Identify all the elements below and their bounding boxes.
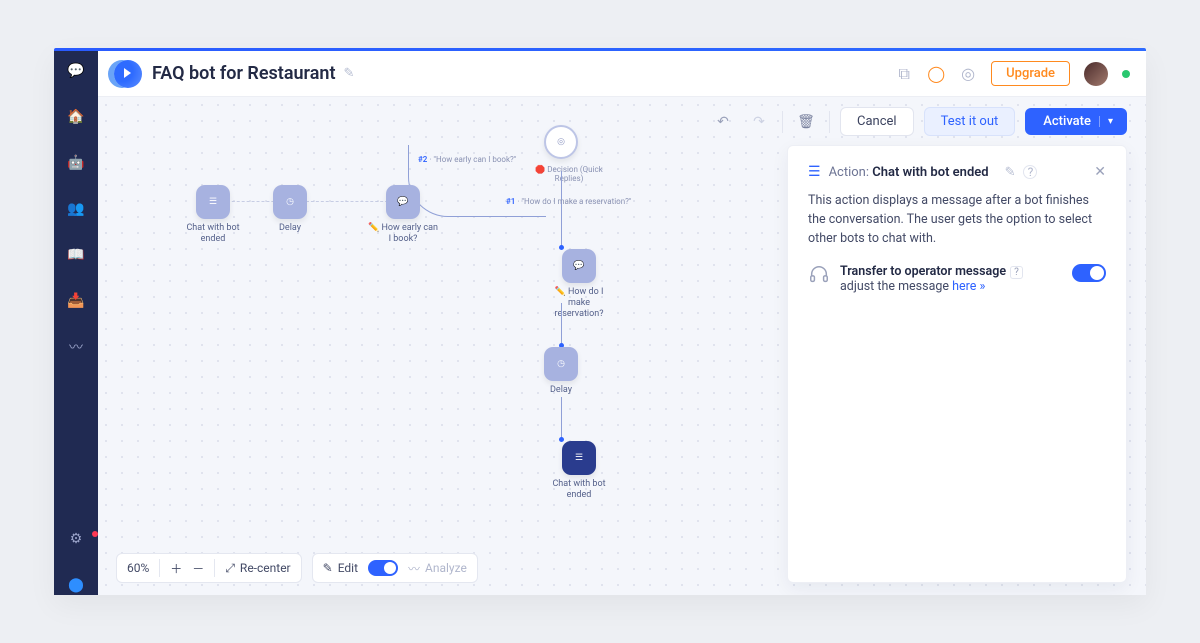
- sidebar-inbox-icon[interactable]: 📥: [66, 291, 86, 311]
- chat-icon: 💬: [386, 185, 420, 219]
- page-title: FAQ bot for Restaurant: [152, 63, 336, 84]
- chat-icon: 💬: [562, 249, 596, 283]
- panel-close-icon[interactable]: ✕: [1094, 164, 1106, 180]
- app-frame: 💬 🏠 🤖 👥 📖 📥 〰 ⚙ ⬤ FAQ bot for Restaurant…: [54, 48, 1146, 595]
- sidebar-brand-icon[interactable]: ⬤: [66, 575, 86, 595]
- transfer-here-link[interactable]: here »: [952, 279, 985, 294]
- mode-toggle[interactable]: [368, 560, 398, 576]
- sidebar-knowledge-icon[interactable]: 📖: [66, 245, 86, 265]
- node-make-reservation[interactable]: 💬 ✏️ How do I make reservation?: [544, 249, 614, 319]
- panel-title-text: Chat with bot ended: [872, 165, 988, 180]
- transfer-text: Transfer to operator message? adjust the…: [840, 264, 1023, 294]
- edge-2-label: #2 · "How early can I book?": [418, 155, 516, 164]
- canvas-actions: ↶ ↷ 🗑 Cancel Test it out Activate ▾: [710, 107, 1127, 136]
- activate-label: Activate: [1043, 114, 1091, 129]
- message-check-icon: ☰: [562, 441, 596, 475]
- node-chat-ended-main[interactable]: ☰ Chat with bot ended: [544, 441, 614, 501]
- sidebar-home-icon[interactable]: 🏠: [66, 107, 86, 127]
- app-logo: [114, 60, 142, 88]
- panel-title-prefix: Action:: [829, 165, 869, 180]
- rename-icon[interactable]: ✎: [344, 66, 355, 81]
- presence-indicator: [1122, 70, 1130, 78]
- clock-icon: ◷: [544, 347, 578, 381]
- zoom-in-button[interactable]: ＋: [170, 560, 182, 577]
- headset-icon: [808, 264, 830, 286]
- delete-icon[interactable]: 🗑: [793, 109, 819, 135]
- upgrade-button[interactable]: Upgrade: [991, 61, 1070, 86]
- sidebar: 💬 🏠 🤖 👥 📖 📥 〰 ⚙ ⬤: [54, 51, 98, 595]
- separator: [782, 111, 783, 133]
- recenter-button[interactable]: ⤢ Re-center: [225, 561, 290, 576]
- loading-icon[interactable]: ◯: [927, 65, 945, 83]
- zoom-out-button[interactable]: －: [192, 560, 204, 577]
- activate-caret-icon[interactable]: ▾: [1099, 116, 1113, 127]
- mode-group: ✎ Edit 〰 Analyze: [312, 553, 478, 583]
- undo-icon[interactable]: ↶: [710, 109, 736, 135]
- node-early-book[interactable]: 💬 ✏️ How early can I book?: [368, 185, 438, 245]
- panel-title: Action: Chat with bot ended: [829, 165, 989, 180]
- topbar-right: ⧉ ◯ ◎ Upgrade: [895, 61, 1130, 86]
- node-decision[interactable]: ◎: [544, 125, 578, 163]
- bottom-toolbar: 60% ＋ － ⤢ Re-center ✎ Edit 〰 Analyze: [116, 553, 478, 583]
- decision-icon: ◎: [544, 125, 578, 159]
- panel-edit-icon[interactable]: ✎: [1005, 165, 1016, 180]
- cancel-button[interactable]: Cancel: [840, 107, 914, 136]
- node-label: Delay: [544, 385, 578, 396]
- recenter-label: Re-center: [240, 561, 291, 575]
- duplicate-icon[interactable]: ⧉: [895, 65, 913, 83]
- transfer-help-icon[interactable]: ?: [1010, 266, 1023, 279]
- edge-v1: [561, 171, 562, 247]
- flow-canvas[interactable]: ↶ ↷ 🗑 Cancel Test it out Activate ▾ ☰ Ac…: [98, 97, 1146, 595]
- node-label: ✏️ How do I make reservation?: [544, 287, 614, 319]
- analyze-label: Analyze: [425, 561, 467, 575]
- sidebar-contacts-icon[interactable]: 👥: [66, 199, 86, 219]
- node-label: Chat with bot ended: [178, 223, 248, 245]
- node-label: Chat with bot ended: [544, 479, 614, 501]
- activate-button[interactable]: Activate ▾: [1025, 108, 1127, 135]
- action-type-icon: ☰: [808, 164, 821, 180]
- transfer-title: Transfer to operator message: [840, 264, 1006, 279]
- avatar[interactable]: [1084, 62, 1108, 86]
- zoom-group: 60% ＋ － ⤢ Re-center: [116, 553, 302, 583]
- node-delay-2[interactable]: ◷ Delay: [544, 347, 578, 396]
- action-panel: ☰ Action: Chat with bot ended ✎ ? ✕ This…: [787, 145, 1127, 583]
- sidebar-analytics-icon[interactable]: 〰: [66, 337, 86, 357]
- panel-header: ☰ Action: Chat with bot ended ✎ ? ✕: [808, 164, 1106, 180]
- edge-1-label: #1 · "How do I make a reservation?": [506, 197, 631, 206]
- sidebar-settings-icon[interactable]: ⚙: [66, 529, 86, 549]
- edit-mode-button[interactable]: ✎ Edit: [323, 561, 358, 575]
- node-label: ✏️ How early can I book?: [368, 223, 438, 245]
- transfer-subtext: adjust the message: [840, 279, 952, 294]
- topbar: FAQ bot for Restaurant ✎ ⧉ ◯ ◎ Upgrade: [98, 51, 1146, 97]
- analyze-mode-button[interactable]: 〰 Analyze: [408, 560, 467, 577]
- zoom-level: 60%: [127, 561, 149, 575]
- clock-icon: ◷: [273, 185, 307, 219]
- sidebar-bots-icon[interactable]: 🤖: [66, 153, 86, 173]
- node-delay-1[interactable]: ◷ Delay: [273, 185, 307, 234]
- test-button[interactable]: Test it out: [924, 107, 1016, 136]
- node-label: Delay: [273, 223, 307, 234]
- sidebar-conversations-icon[interactable]: 💬: [66, 61, 86, 81]
- separator: [829, 111, 830, 133]
- panel-help-icon[interactable]: ?: [1023, 165, 1037, 179]
- panel-description: This action displays a message after a b…: [808, 192, 1106, 248]
- edit-label: Edit: [338, 561, 358, 575]
- redo-icon[interactable]: ↷: [746, 109, 772, 135]
- node-chat-ended-left[interactable]: ☰ Chat with bot ended: [178, 185, 248, 245]
- transfer-row: Transfer to operator message? adjust the…: [808, 264, 1106, 294]
- message-icon: ☰: [196, 185, 230, 219]
- broadcast-icon[interactable]: ◎: [959, 65, 977, 83]
- transfer-toggle[interactable]: [1072, 264, 1106, 282]
